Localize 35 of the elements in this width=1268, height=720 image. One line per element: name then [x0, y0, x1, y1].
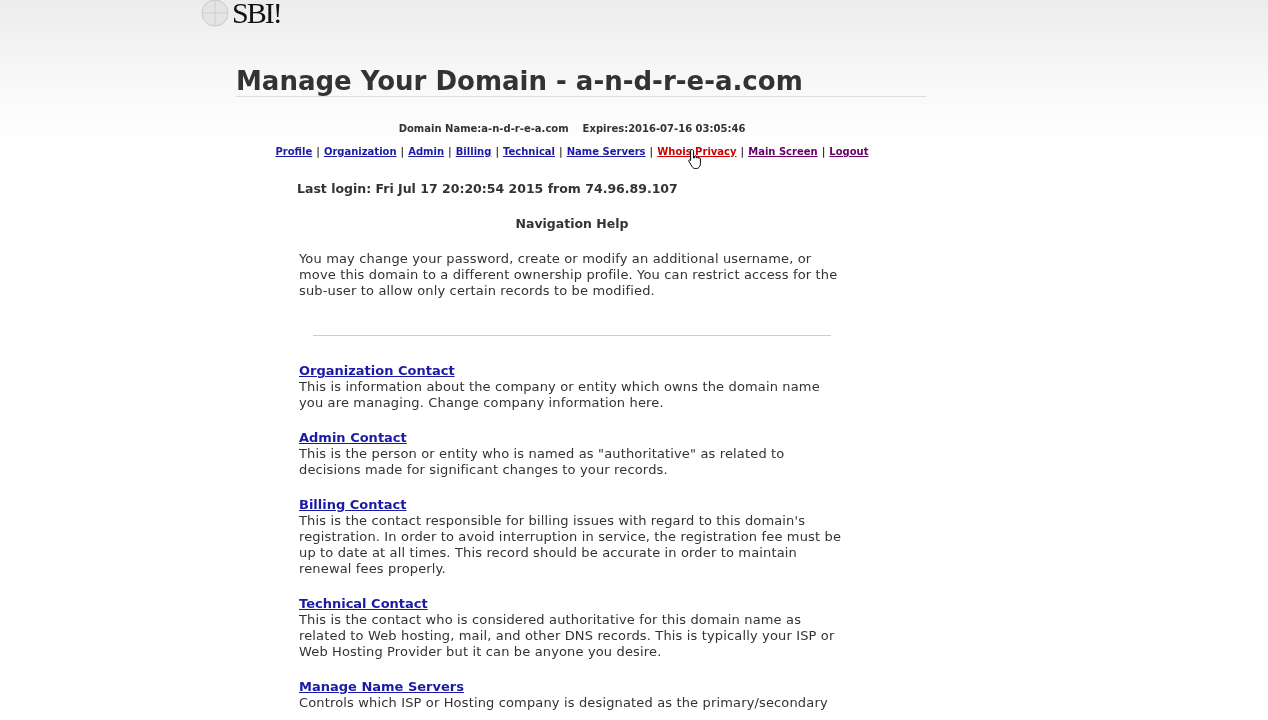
section-link[interactable]: Admin Contact: [297, 430, 407, 446]
domain-info: Domain Name:a-n-d-r-e-a.com: [398, 123, 569, 134]
separator: |: [559, 146, 563, 157]
section-link[interactable]: Organization Contact: [297, 363, 455, 379]
section-text: This is the contact responsible for billing issues with regard to this domain's registration. In order to avoid interruption in service, the registration fee must be up to date at all times. This record should be accurate in order to maintain renewal fees properly.: [298, 513, 842, 577]
separator: |: [400, 146, 405, 157]
separator: |: [316, 146, 320, 157]
section-link[interactable]: Billing Contact: [297, 497, 407, 513]
domain-info: Expires:2016-07-16 03:05:46: [582, 123, 746, 134]
section-text: Controls which ISP or Hosting company is designated as the primary/secondary: [298, 695, 829, 711]
globe-icon: [200, 0, 230, 28]
section-link[interactable]: Technical Contact: [297, 596, 428, 612]
nav-link[interactable]: Billing: [455, 146, 492, 157]
logo: SBI!: [232, 0, 281, 28]
nav-link[interactable]: Organization: [323, 146, 397, 157]
help-heading: Navigation Help: [514, 216, 630, 231]
help-text: You may change your password, create or modify an additional username, or move this domain to a different ownership profile. You can restrict access for the sub-user to allow only certain records to be modified.: [298, 251, 839, 299]
nav-link[interactable]: Whois Privacy: [657, 146, 737, 157]
section-text: This is the contact who is considered authoritative for this domain name as related to Web hosting, mail, and other DNS records. This is typically your ISP or Web Hosting Provider but it can be anyone you desire.: [298, 612, 836, 660]
separator: |: [649, 146, 654, 157]
separator: |: [448, 146, 452, 157]
section-text: This is information about the company or entity which owns the domain name you are managing. Change company information here.: [298, 379, 821, 411]
separator: |: [740, 146, 745, 157]
last-login: Last login: Fri Jul 17 20:20:54 2015 from 74.96.89.107: [297, 181, 679, 196]
nav-link[interactable]: Profile: [275, 146, 313, 157]
page-title: Manage Your Domain - a-n-d-r-e-a.com: [236, 66, 804, 96]
nav-link[interactable]: Logout: [829, 146, 869, 157]
nav-link[interactable]: Name Servers: [566, 146, 646, 157]
nav-link[interactable]: Admin: [408, 146, 445, 157]
section-text: This is the person or entity who is named as "authoritative" as related to decisions made for significant changes to your records.: [298, 446, 786, 478]
separator: |: [821, 146, 826, 157]
nav-link[interactable]: Main Screen: [748, 146, 818, 157]
separator: |: [495, 146, 500, 157]
section-link[interactable]: Manage Name Servers: [297, 679, 464, 695]
nav-link[interactable]: Technical: [503, 146, 555, 157]
